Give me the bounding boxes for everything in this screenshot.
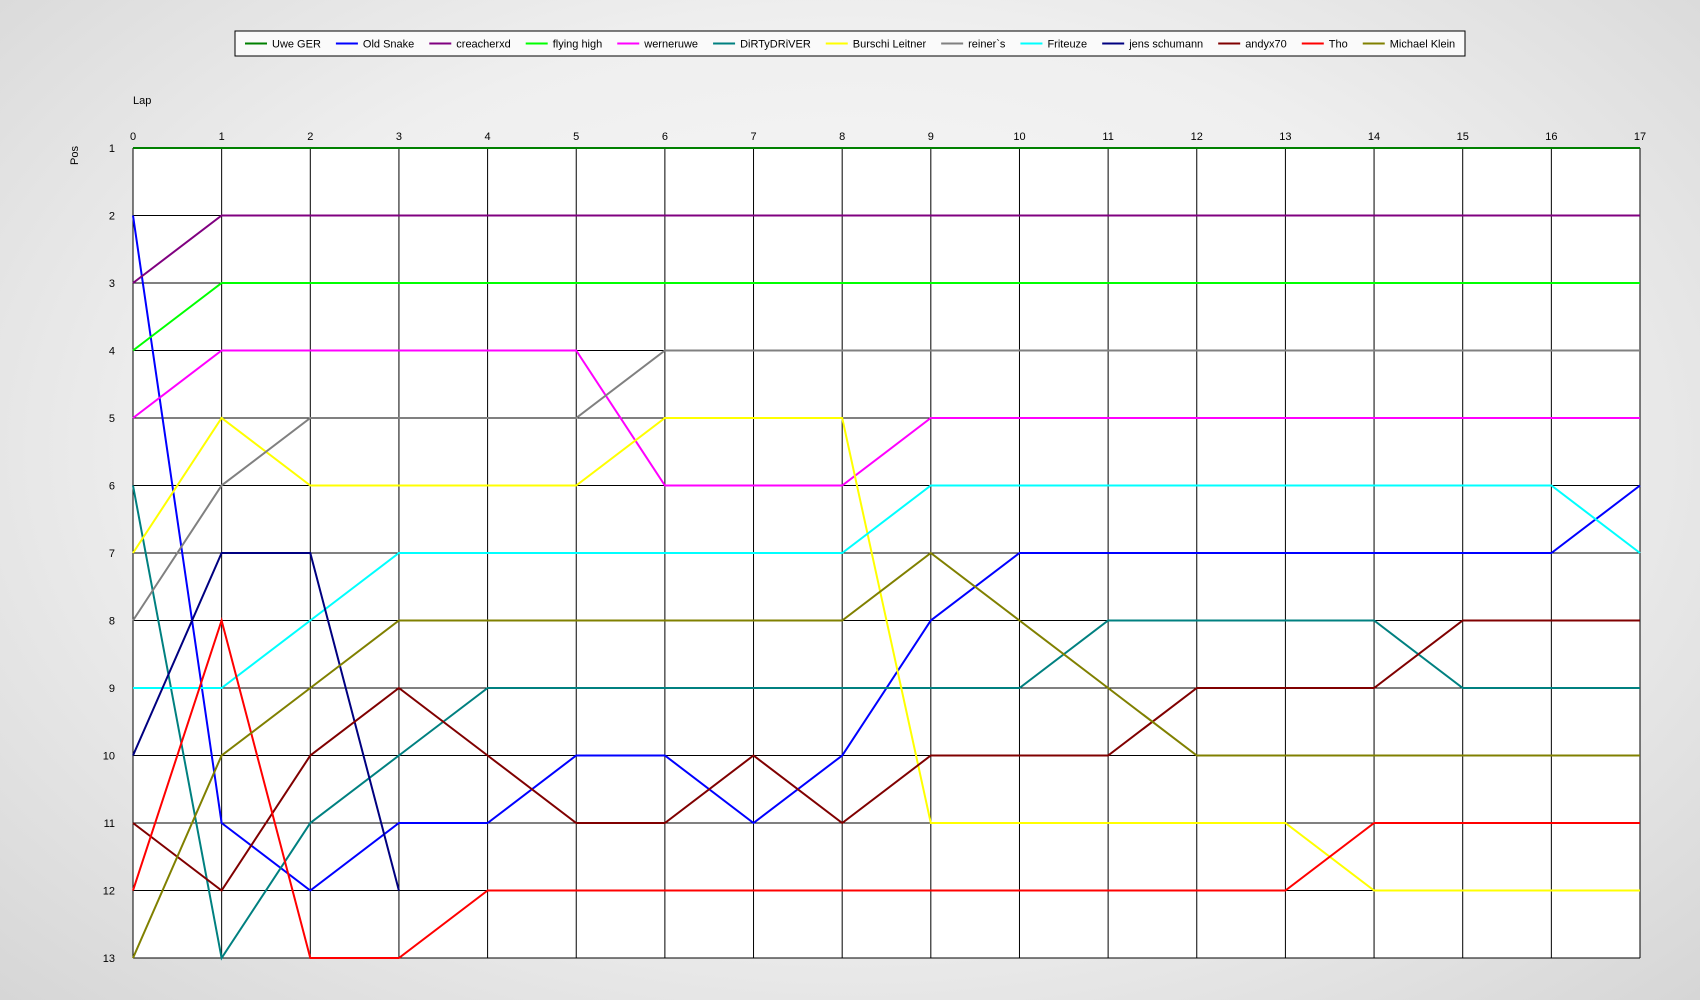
x-tick-label: 1 bbox=[219, 131, 225, 143]
legend-label: andyx70 bbox=[1245, 39, 1287, 51]
y-tick-label: 13 bbox=[103, 953, 115, 965]
legend-label: Michael Klein bbox=[1390, 39, 1455, 51]
race-position-chart: Uwe GER Old Snake creacherxd flying high wer… bbox=[69, 30, 1646, 965]
x-tick-label: 14 bbox=[1368, 131, 1380, 143]
y-tick-label: 1 bbox=[109, 143, 115, 155]
x-tick-label: 9 bbox=[928, 131, 934, 143]
legend-label: Tho bbox=[1329, 39, 1348, 51]
x-tick-label: 2 bbox=[307, 131, 313, 143]
x-tick-label: 7 bbox=[750, 131, 756, 143]
y-tick-label: 6 bbox=[109, 481, 115, 493]
legend-label: Old Snake bbox=[363, 39, 414, 51]
x-axis-label: Lap bbox=[133, 95, 151, 107]
x-tick-label: 13 bbox=[1279, 131, 1291, 143]
x-tick-label: 12 bbox=[1191, 131, 1203, 143]
y-tick-label: 11 bbox=[104, 818, 115, 830]
y-axis-tick-labels: 12345678910111213 bbox=[103, 143, 115, 965]
x-tick-label: 15 bbox=[1457, 131, 1469, 143]
y-axis-label: Pos bbox=[69, 146, 81, 165]
x-tick-label: 17 bbox=[1634, 131, 1646, 143]
x-tick-label: 11 bbox=[1102, 131, 1113, 143]
x-tick-label: 6 bbox=[662, 131, 668, 143]
y-tick-label: 10 bbox=[103, 751, 115, 763]
legend-label: Burschi Leitner bbox=[853, 39, 927, 51]
x-tick-label: 16 bbox=[1545, 131, 1557, 143]
x-tick-label: 10 bbox=[1013, 131, 1025, 143]
x-axis-tick-labels: 0 1 2 3 4 5 6 7 8 9 10 11 12 13 14 15 16 17 bbox=[130, 131, 1646, 143]
legend: Uwe GER Old Snake creacherxd flying high wer… bbox=[234, 30, 1466, 57]
legend-label: DiRTyDRiVER bbox=[740, 39, 811, 51]
legend-label: flying high bbox=[553, 39, 603, 51]
y-tick-label: 2 bbox=[109, 211, 115, 223]
legend-label: werneruwe bbox=[643, 39, 698, 51]
x-tick-label: 4 bbox=[485, 131, 491, 143]
y-tick-label: 12 bbox=[103, 886, 115, 898]
legend-label: creacherxd bbox=[456, 39, 510, 51]
y-tick-label: 7 bbox=[109, 548, 115, 560]
legend-label: Uwe GER bbox=[272, 39, 321, 51]
y-tick-label: 9 bbox=[109, 683, 115, 695]
x-tick-label: 3 bbox=[396, 131, 402, 143]
legend-label: jens schumann bbox=[1128, 39, 1203, 51]
x-tick-label: 5 bbox=[573, 131, 579, 143]
y-tick-label: 3 bbox=[109, 278, 115, 290]
legend-label: Friteuze bbox=[1047, 39, 1087, 51]
x-tick-label: 0 bbox=[130, 131, 136, 143]
legend-label: reiner`s bbox=[968, 39, 1006, 51]
y-tick-label: 8 bbox=[109, 616, 115, 628]
y-tick-label: 5 bbox=[109, 413, 115, 425]
x-tick-label: 8 bbox=[839, 131, 845, 143]
y-tick-label: 4 bbox=[109, 346, 115, 358]
